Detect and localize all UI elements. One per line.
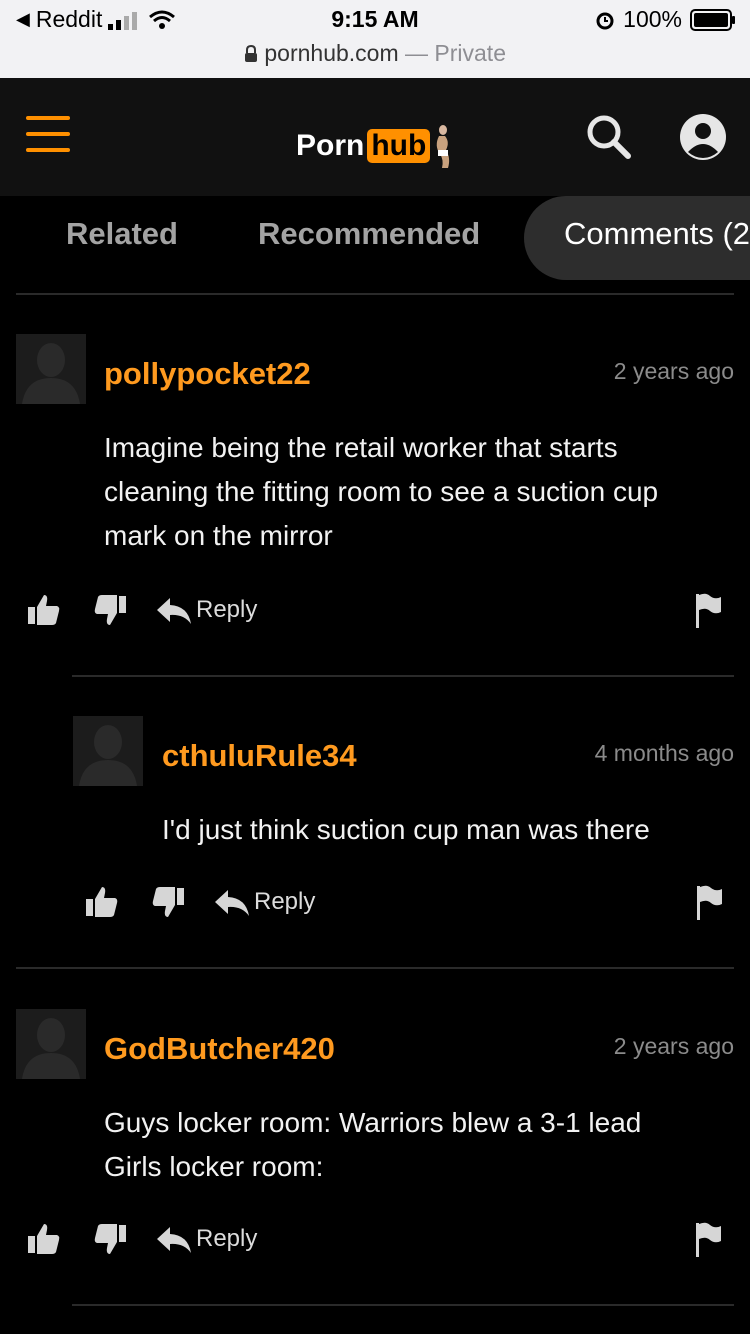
tab-comments-label: Comments (2: [564, 216, 750, 251]
reply-arrow-icon[interactable]: [214, 888, 250, 918]
default-avatar-icon: [22, 343, 80, 404]
thumbs-down-icon[interactable]: [92, 1221, 128, 1257]
flag-icon[interactable]: [694, 592, 722, 630]
comment-text-line: Girls locker room:: [104, 1151, 324, 1182]
default-avatar-icon: [22, 1018, 80, 1079]
reply-arrow-icon[interactable]: [156, 596, 192, 626]
flag-icon[interactable]: [695, 884, 723, 922]
comment-text: Guys locker room: Warriors blew a 3-1 le…: [104, 1101, 724, 1189]
divider: [16, 967, 734, 969]
tab-related[interactable]: Related: [66, 216, 178, 252]
lock-icon: [244, 44, 257, 62]
comment-username[interactable]: pollypocket22: [104, 356, 311, 392]
site-logo[interactable]: Porn hub: [296, 124, 454, 168]
site-header: Porn hub: [0, 78, 750, 196]
comment-timestamp: 4 months ago: [594, 740, 734, 766]
divider: [72, 1304, 734, 1306]
logo-figure-icon: [437, 125, 450, 168]
comment-actions: Reply: [26, 592, 746, 632]
reply-button[interactable]: Reply: [196, 596, 257, 624]
user-account-icon[interactable]: [678, 112, 728, 162]
battery-percent: 100%: [623, 6, 682, 32]
hamburger-menu-icon[interactable]: [26, 116, 70, 156]
avatar[interactable]: [73, 716, 143, 786]
logo-text-porn: Porn: [296, 129, 365, 162]
search-icon[interactable]: [584, 112, 634, 162]
thumbs-down-icon[interactable]: [92, 592, 128, 628]
comment-text: Imagine being the retail worker that sta…: [104, 432, 659, 551]
content-tabs: Related Recommended Comments (2: [0, 196, 750, 280]
browsing-mode: Private: [434, 40, 506, 66]
ios-status-bar: ◀ Reddit 9:15 AM 100% pornhub.com — Priv…: [0, 0, 750, 78]
reply-button[interactable]: Reply: [254, 888, 315, 916]
comment-timestamp: 2 years ago: [613, 1033, 734, 1059]
thumbs-up-icon[interactable]: [26, 592, 62, 628]
alarm-icon: [596, 12, 614, 29]
reply-button[interactable]: Reply: [196, 1225, 257, 1253]
battery-icon: [690, 8, 735, 31]
comment-text-line: Guys locker room: Warriors blew a 3-1 le…: [104, 1107, 642, 1138]
reply-comment-item: cthuluRule34 4 months ago I'd just think…: [0, 716, 750, 936]
thumbs-down-icon[interactable]: [150, 884, 186, 920]
divider: [16, 293, 734, 295]
thumbs-up-icon[interactable]: [84, 884, 120, 920]
comment-username[interactable]: cthuluRule34: [162, 738, 357, 774]
reply-arrow-icon[interactable]: [156, 1225, 192, 1255]
tab-comments[interactable]: Comments (2: [524, 196, 750, 280]
flag-icon[interactable]: [694, 1221, 722, 1259]
default-avatar-icon: [79, 725, 137, 786]
comment-actions: Reply: [84, 884, 748, 924]
url-domain: pornhub.com: [264, 40, 399, 66]
comment-item: GodButcher420 2 years ago Guys locker ro…: [0, 1009, 750, 1289]
comment-text: I'd just think suction cup man was there: [162, 814, 650, 845]
thumbs-up-icon[interactable]: [26, 1221, 62, 1257]
tab-recommended[interactable]: Recommended: [258, 216, 480, 252]
logo-text-hub: hub: [367, 129, 431, 163]
comment-username[interactable]: GodButcher420: [104, 1031, 335, 1067]
avatar[interactable]: [16, 334, 86, 404]
comment-actions: Reply: [26, 1221, 746, 1261]
avatar[interactable]: [16, 1009, 86, 1079]
comment-timestamp: 2 years ago: [613, 358, 734, 384]
divider: [72, 675, 734, 677]
url-separator: —: [398, 40, 435, 66]
address-bar[interactable]: pornhub.com — Private: [0, 40, 750, 67]
comment-item: pollypocket22 2 years ago Imagine being …: [0, 334, 750, 654]
